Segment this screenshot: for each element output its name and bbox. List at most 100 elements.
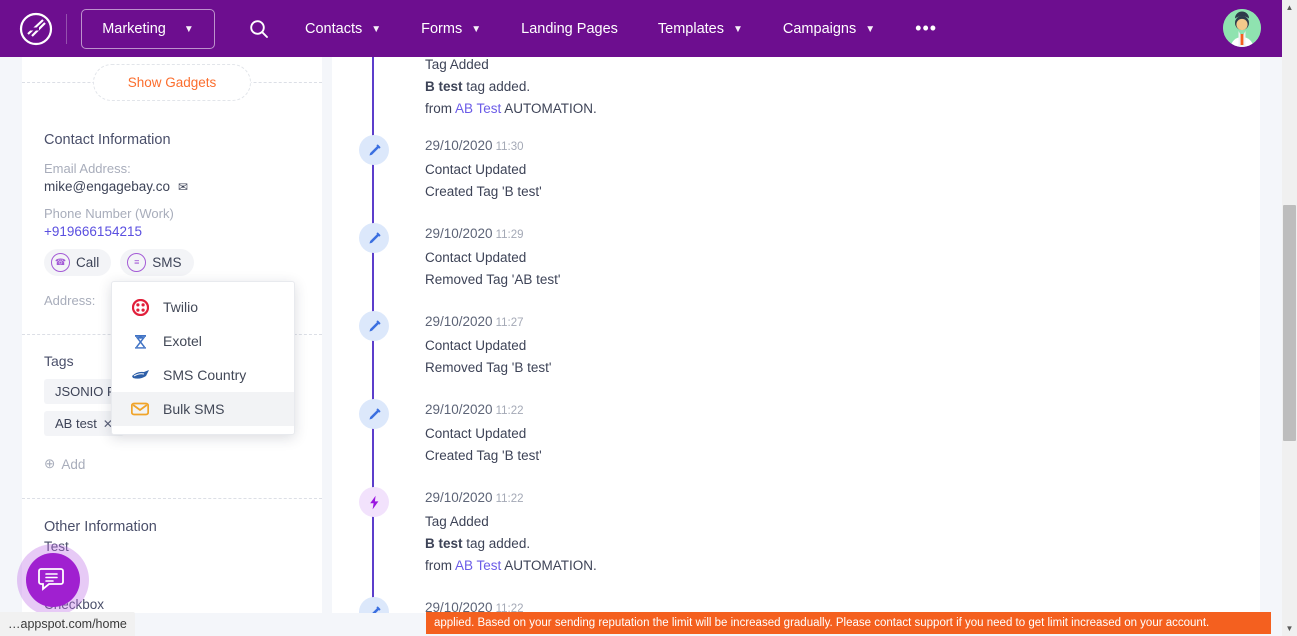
- pencil-icon: [359, 399, 389, 429]
- source-suffix: AUTOMATION.: [501, 101, 597, 116]
- source-link[interactable]: AB Test: [455, 101, 501, 116]
- engagebay-logo[interactable]: [16, 9, 56, 49]
- call-button[interactable]: ☎ Call: [44, 249, 112, 276]
- timeline-entry-date: 29/10/2020: [425, 314, 493, 329]
- timeline-entry-detail: Created Tag 'B test': [425, 448, 542, 463]
- timeline-entry-detail: B test tag added.: [425, 536, 597, 551]
- chevron-down-icon: ▼: [732, 23, 743, 35]
- timeline-entry-detail-rest: tag added.: [462, 79, 531, 94]
- add-tag-button[interactable]: ⊕ Add: [44, 456, 300, 472]
- pencil-icon: [359, 597, 389, 613]
- timeline-entry-detail: Removed Tag 'AB test': [425, 272, 561, 287]
- browser-status-url: …appspot.com/home: [0, 612, 135, 636]
- sms-provider-dropdown: Twilio Exotel SMS Country Bulk SMS: [111, 281, 295, 435]
- email-address-value-row: mike@engagebay.co ✉: [44, 179, 300, 194]
- rate-limit-alert-bar: applied. Based on your sending reputatio…: [426, 612, 1271, 634]
- activity-timeline-panel: Tag Added B test tag added. from AB Test…: [332, 57, 1260, 613]
- nav-more-menu-icon[interactable]: •••: [895, 0, 957, 57]
- sms-button-label: SMS: [152, 255, 182, 270]
- timeline-entry-tag-name: B test: [425, 79, 463, 94]
- timeline-entry-time: 11:29: [495, 229, 524, 241]
- pencil-icon: [359, 135, 389, 165]
- other-field-test-label: Test: [44, 539, 69, 554]
- nav-item-label: Campaigns: [782, 20, 857, 37]
- sms-provider-exotel[interactable]: Exotel: [112, 324, 294, 358]
- show-gadgets-row: Show Gadgets: [22, 57, 322, 107]
- tag-label: AB test: [55, 416, 97, 431]
- timeline-entry-title: Tag Added: [425, 514, 489, 529]
- search-icon[interactable]: [241, 11, 277, 47]
- nav-item-landing-pages[interactable]: Landing Pages: [501, 0, 638, 57]
- timeline-entry: 29/10/2020 11:22 Contact Updated Created …: [359, 399, 1260, 487]
- contact-information-title: Contact Information: [44, 132, 171, 148]
- nav-item-label: Forms: [421, 20, 463, 37]
- source-suffix: AUTOMATION.: [501, 558, 597, 573]
- nav-item-templates[interactable]: Templates ▼: [638, 0, 763, 57]
- sms-button[interactable]: ≡ SMS: [120, 249, 194, 276]
- pencil-icon: [359, 223, 389, 253]
- sms-provider-label: Exotel: [163, 333, 202, 349]
- top-navigation-bar: Marketing ▼ Contacts ▼ Forms ▼ Landing P…: [0, 0, 1297, 57]
- timeline-entry: 29/10/2020 11:22 Tag Added B test tag add…: [359, 487, 1260, 597]
- timeline-entry-timestamp: 29/10/2020 11:29: [425, 225, 560, 243]
- nav-item-label: Landing Pages: [521, 20, 618, 37]
- chat-widget-launcher[interactable]: [17, 544, 89, 616]
- timeline-entry-title: Contact Updated: [425, 426, 527, 441]
- page-scrollbar[interactable]: ▲ ▼: [1282, 0, 1297, 636]
- source-prefix: from: [425, 558, 456, 573]
- timeline-entry: 29/10/2020 11:29 Contact Updated Removed …: [359, 223, 1260, 311]
- chevron-down-icon: ▼: [183, 23, 194, 35]
- timeline-entry-tag-name: B test: [425, 536, 463, 551]
- scrollbar-thumb[interactable]: [1283, 205, 1296, 441]
- nav-item-campaigns[interactable]: Campaigns ▼: [763, 0, 895, 57]
- timeline-entry-time: 11:22: [495, 405, 524, 417]
- email-address-label: Email Address:: [44, 161, 131, 176]
- timeline-entry-source: from AB Test AUTOMATION.: [425, 101, 597, 116]
- timeline-entry-timestamp: 29/10/2020 11:22: [425, 401, 542, 419]
- chevron-down-icon: ▼: [371, 23, 382, 35]
- sms-provider-bulk-sms[interactable]: Bulk SMS: [112, 392, 294, 426]
- user-avatar[interactable]: [1223, 9, 1261, 47]
- phone-number-value[interactable]: +919666154215: [44, 224, 300, 239]
- tag-label: JSONIO F: [55, 384, 115, 399]
- timeline-entry-title: Tag Added: [425, 57, 489, 72]
- phone-icon: ☎: [51, 253, 70, 272]
- primary-nav-items: Contacts ▼ Forms ▼ Landing Pages Templat…: [285, 0, 957, 57]
- timeline-entry-time: 11:22: [495, 493, 524, 505]
- app-switcher-button[interactable]: Marketing ▼: [81, 8, 215, 49]
- timeline-entry-timestamp: 29/10/2020 11:27: [425, 313, 551, 331]
- scroll-down-arrow-icon[interactable]: ▼: [1282, 621, 1297, 636]
- app-switcher-label: Marketing: [102, 20, 166, 37]
- twilio-icon: [130, 298, 150, 316]
- sms-provider-label: SMS Country: [163, 367, 247, 383]
- timeline-entry-date: 29/10/2020: [425, 490, 493, 505]
- other-information-title: Other Information: [44, 519, 157, 535]
- envelope-icon[interactable]: ✉: [178, 180, 188, 194]
- timeline-entry-partial: Tag Added B test tag added. from AB Test…: [361, 57, 1260, 135]
- timeline-entry-timestamp: 29/10/2020 11:22: [425, 489, 597, 507]
- nav-item-contacts[interactable]: Contacts ▼: [285, 0, 401, 57]
- source-prefix: from: [425, 101, 456, 116]
- timeline-entry: 29/10/2020 11:22: [359, 597, 1260, 613]
- email-address-value: mike@engagebay.co: [44, 179, 171, 194]
- timeline-entry-detail: B test tag added.: [425, 79, 597, 94]
- timeline-entry: 29/10/2020 11:27 Contact Updated Removed …: [359, 311, 1260, 399]
- nav-item-label: Templates: [657, 20, 724, 37]
- sms-provider-sms-country[interactable]: SMS Country: [112, 358, 294, 392]
- show-gadgets-button[interactable]: Show Gadgets: [92, 63, 252, 101]
- contact-actions: ☎ Call ≡ SMS: [44, 249, 300, 276]
- timeline-entry-time: 11:27: [495, 317, 524, 329]
- timeline-entry-date: 29/10/2020: [425, 226, 493, 241]
- scroll-up-arrow-icon[interactable]: ▲: [1282, 0, 1297, 15]
- nav-item-forms[interactable]: Forms ▼: [401, 0, 501, 57]
- sms-country-icon: [130, 369, 150, 382]
- app-root: Marketing ▼ Contacts ▼ Forms ▼ Landing P…: [0, 0, 1297, 636]
- chevron-down-icon: ▼: [471, 23, 482, 35]
- call-button-label: Call: [76, 255, 100, 270]
- timeline-entry-title: Contact Updated: [425, 250, 527, 265]
- timeline-entry: 29/10/2020 11:30 Contact Updated Created …: [359, 135, 1260, 223]
- lightning-icon: [359, 487, 389, 517]
- sms-provider-twilio[interactable]: Twilio: [112, 290, 294, 324]
- sms-provider-label: Twilio: [163, 299, 199, 315]
- source-link[interactable]: AB Test: [455, 558, 501, 573]
